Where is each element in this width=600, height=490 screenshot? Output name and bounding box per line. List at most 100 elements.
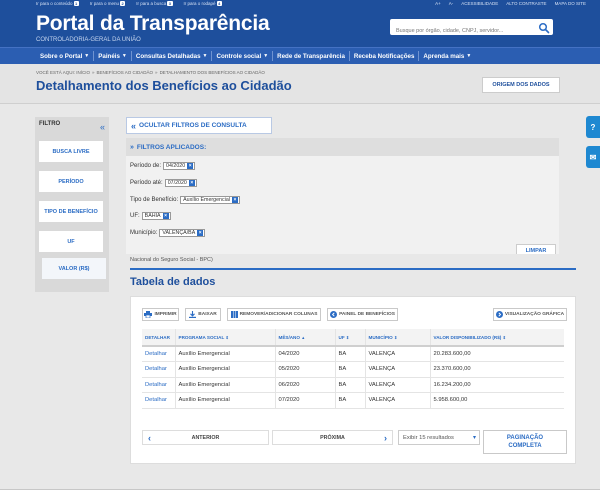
close-icon[interactable]: ×	[231, 197, 238, 203]
full-pagination-button[interactable]: PAGINAÇÃO COMPLETA	[483, 430, 567, 454]
nav-item-aprenda[interactable]: Aprenda mais ▼	[419, 51, 475, 61]
filter-periodo[interactable]: PERÍODO	[39, 171, 103, 192]
skip-link-content[interactable]: Ir para o conteúdo 1	[36, 1, 79, 6]
filter-uf[interactable]: UF	[39, 231, 103, 252]
cell-valor: 5.958.600,00	[430, 392, 564, 409]
column-header-mes-ano[interactable]: MÊS/ANO ▲	[275, 329, 336, 347]
close-icon[interactable]: ×	[187, 163, 194, 169]
breadcrumb-separator: »	[155, 70, 158, 75]
column-header-valor[interactable]: VALOR DISPONIBILIZADO (R$) ⇕	[430, 329, 564, 347]
filter-row-periodo-ate: Período até: 07/2020 ×	[130, 179, 197, 187]
cell-mes-ano: 04/2020	[275, 346, 336, 362]
cell-mes-ano: 07/2020	[275, 392, 336, 409]
next-page-button[interactable]: PRÓXIMA ›	[272, 430, 393, 445]
cell-mes-ano: 06/2020	[275, 377, 336, 393]
sort-icon: ⇕	[394, 334, 398, 340]
column-header-uf[interactable]: UF ⇕	[335, 329, 366, 347]
font-increase-link[interactable]: A+	[435, 1, 441, 6]
double-chevron-left-icon[interactable]: «	[100, 123, 105, 132]
close-icon[interactable]: ×	[162, 213, 169, 219]
nav-item-rede[interactable]: Rede de Transparência	[273, 51, 350, 61]
filter-chip: 07/2020 ×	[164, 179, 197, 187]
chevron-down-icon: ▼	[263, 53, 269, 59]
detalhar-link[interactable]: Detalhar	[142, 361, 176, 378]
benefits-panel-button[interactable]: PAINEL DE BENEFÍCIOS	[327, 308, 398, 321]
cell-programa: Auxílio Emergencial	[175, 346, 276, 362]
nav-item-consultas[interactable]: Consultas Detalhadas ▼	[132, 51, 213, 61]
arrow-left-circle-icon	[330, 311, 338, 318]
sort-icon: ▲	[301, 334, 306, 340]
skip-link-footer[interactable]: Ir para o rodapé 4	[184, 1, 222, 6]
cell-programa: Auxílio Emergencial	[175, 392, 276, 409]
breadcrumb-separator: »	[92, 70, 95, 75]
breadcrumb-beneficios[interactable]: BENEFÍCIOS AO CIDADÃO	[97, 70, 154, 75]
table-row: Detalhar Auxílio Emergencial 05/2020 BA …	[142, 361, 564, 378]
breadcrumb-home[interactable]: VOCÊ ESTÁ AQUI: INÍCIO	[36, 70, 90, 75]
skip-links: Ir para o conteúdo 1 Ir para o menu 2 Ir p…	[36, 1, 222, 6]
sort-icon: ⇕	[502, 334, 506, 340]
help-icon[interactable]: ?	[586, 116, 600, 138]
filter-chip: BAHIA ×	[141, 212, 171, 220]
column-header-programa[interactable]: PROGRAMA SOCIAL ⇕	[175, 329, 276, 347]
filter-row-tipo: Tipo de Benefício: Auxílio Emergencial ×	[130, 196, 240, 204]
previous-page-button[interactable]: ‹ ANTERIOR	[142, 430, 269, 445]
nav-item-notificacoes[interactable]: Receba Notificações	[350, 51, 420, 61]
cell-programa: Auxílio Emergencial	[175, 377, 276, 393]
nav-item-paineis[interactable]: Painéis ▼	[94, 51, 132, 61]
mail-icon[interactable]: ✉	[586, 146, 600, 168]
cell-mes-ano: 05/2020	[275, 361, 336, 378]
chevron-down-icon: ▼	[84, 53, 90, 59]
chart-view-button[interactable]: VISUALIZAÇÃO GRÁFICA	[493, 308, 567, 321]
close-icon[interactable]: ×	[197, 230, 204, 236]
chevron-right-icon: ›	[384, 433, 387, 443]
sitemap-link[interactable]: MAPA DO SITE	[555, 1, 586, 6]
filter-row-periodo-de: Período de: 04/2020 ×	[130, 162, 196, 170]
search-icon[interactable]	[538, 21, 550, 34]
column-header-detalhar[interactable]: DETALHAR	[142, 329, 176, 347]
chevron-down-icon: ▼	[466, 53, 472, 59]
download-button[interactable]: BAIXAR	[185, 308, 221, 321]
column-header-municipio[interactable]: MUNICÍPIO ⇕	[365, 329, 431, 347]
filter-valor[interactable]: VALOR (R$)	[42, 258, 106, 279]
section-divider	[130, 268, 576, 270]
high-contrast-link[interactable]: ALTO CONTRASTE	[506, 1, 546, 6]
page-size-select[interactable]: Exibir 15 resultados ▾	[398, 430, 480, 445]
site-header: Ir para o conteúdo 1 Ir para o menu 2 Ir p…	[0, 0, 600, 47]
table-section-title: Tabela de dados	[130, 276, 216, 288]
download-icon	[189, 311, 197, 318]
close-icon[interactable]: ×	[188, 180, 195, 186]
site-title[interactable]: Portal da Transparência	[36, 12, 270, 36]
detalhar-link[interactable]: Detalhar	[142, 377, 176, 393]
site-subtitle: CONTROLADORIA-GERAL DA UNIÃO	[36, 37, 141, 43]
printer-icon	[144, 311, 153, 318]
sort-icon: ⇕	[225, 334, 229, 340]
skip-link-search[interactable]: Ir para a busca 3	[136, 1, 173, 6]
main-nav: Sobre o Portal ▼ Painéis ▼ Consultas Detal…	[0, 47, 600, 64]
accessibility-link[interactable]: ACESSIBILIDADE	[461, 1, 498, 6]
chevron-left-icon: ‹	[148, 433, 151, 443]
table-header-row: DETALHAR PROGRAMA SOCIAL ⇕ MÊS/ANO ▲ UF …	[142, 329, 564, 347]
clear-filters-button[interactable]: LIMPAR	[516, 244, 556, 254]
filter-tipo-beneficio[interactable]: TIPO DE BENEFÍCIO	[39, 201, 103, 222]
cell-municipio: VALENÇA	[365, 392, 431, 409]
print-button[interactable]: IMPRIMIR	[142, 308, 179, 321]
double-chevron-down-icon: »	[130, 143, 134, 151]
origem-dados-button[interactable]: ORIGEM DOS DADOS	[482, 77, 560, 93]
chevron-down-icon: ▼	[202, 53, 208, 59]
detalhar-link[interactable]: Detalhar	[142, 346, 176, 362]
columns-button[interactable]: REMOVER/ADICIONAR COLUNAS	[227, 308, 321, 321]
hide-filters-button[interactable]: « OCULTAR FILTROS DE CONSULTA	[126, 117, 272, 134]
double-chevron-left-icon: «	[131, 120, 137, 131]
filter-busca-livre[interactable]: BUSCA LIVRE	[39, 141, 103, 162]
skip-link-menu[interactable]: Ir para o menu 2	[90, 1, 126, 6]
font-decrease-link[interactable]: A-	[449, 1, 454, 6]
cell-uf: BA	[335, 361, 366, 378]
filter-sidebar-title: FILTRO	[39, 121, 61, 127]
nav-item-controle[interactable]: Controle social ▼	[212, 51, 274, 61]
nav-item-sobre[interactable]: Sobre o Portal ▼	[36, 51, 95, 61]
detalhar-link[interactable]: Detalhar	[142, 392, 176, 409]
breadcrumb: VOCÊ ESTÁ AQUI: INÍCIO » BENEFÍCIOS AO C…	[36, 70, 265, 75]
chevron-down-icon: ▼	[121, 53, 127, 59]
search-input[interactable]	[390, 23, 530, 39]
data-table-panel: IMPRIMIR BAIXAR REMOVER/ADICIONAR COLUNA…	[130, 296, 576, 464]
